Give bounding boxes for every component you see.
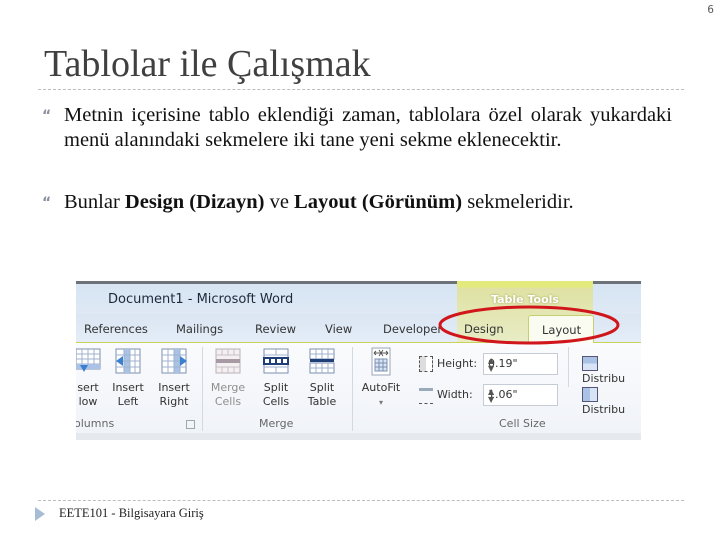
btn-label-1: Insert bbox=[112, 381, 144, 394]
btn-label-2: low bbox=[78, 395, 98, 408]
group-label-merge: Merge bbox=[259, 417, 294, 430]
height-input[interactable]: 0.19" ▲ ▼ bbox=[483, 353, 558, 375]
bullet-text-prefix: Bunlar bbox=[64, 191, 125, 213]
insert-right-button[interactable]: Insert Right bbox=[154, 347, 194, 409]
btn-label-1: Split bbox=[263, 381, 289, 394]
width-input[interactable]: 1.06" ▲ ▼ bbox=[483, 384, 558, 406]
height-label: Height: bbox=[437, 357, 478, 370]
insert-left-icon bbox=[115, 348, 141, 374]
slide-title: Tablolar ile Çalışmak bbox=[44, 43, 371, 85]
width-label: Width: bbox=[437, 388, 473, 401]
insert-right-icon bbox=[161, 348, 187, 374]
split-table-icon bbox=[309, 348, 335, 374]
group-separator bbox=[568, 347, 569, 387]
btn-label-1: AutoFit bbox=[361, 381, 401, 394]
bullet-text-suffix: sekmeleridir. bbox=[462, 191, 574, 213]
bullet-quote-icon: “ bbox=[42, 195, 52, 211]
row-height-icon bbox=[419, 356, 433, 372]
autofit-icon bbox=[371, 347, 391, 376]
distribute-columns-button[interactable]: Distribu bbox=[582, 387, 641, 416]
split-table-button[interactable]: Split Table bbox=[302, 347, 342, 409]
merge-cells-button[interactable]: Merge Cells bbox=[208, 347, 248, 409]
footer-arrow-icon bbox=[35, 507, 45, 521]
bullet-bold-layout: Layout (Görünüm) bbox=[294, 191, 463, 213]
footer-divider bbox=[38, 500, 684, 501]
btn-label-1: Split bbox=[309, 381, 335, 394]
btn-label-1: sert bbox=[77, 381, 99, 394]
btn-label-2: Table bbox=[307, 395, 337, 408]
tab-developer[interactable]: Developer bbox=[383, 322, 442, 336]
ribbon-bottom-edge bbox=[76, 433, 641, 440]
distribute-rows-label: Distribu bbox=[582, 372, 626, 385]
bullet-text-middle: ve bbox=[264, 191, 295, 213]
tab-references[interactable]: References bbox=[84, 322, 148, 336]
btn-label-1: Merge bbox=[210, 381, 246, 394]
group-label-rows-columns: olumns bbox=[76, 417, 115, 430]
dialog-launcher-icon[interactable] bbox=[186, 420, 195, 429]
group-separator bbox=[202, 347, 203, 431]
bullet-bold-design: Design (Dizayn) bbox=[124, 191, 265, 213]
group-label-cell-size: Cell Size bbox=[499, 417, 546, 430]
page-number: 6 bbox=[707, 3, 714, 16]
bullet-text: Metnin içerisine tablo eklendiği zaman, … bbox=[64, 104, 672, 151]
distribute-columns-icon bbox=[582, 387, 598, 402]
footer-course-title: EETE101 - Bilgisayara Giriş bbox=[59, 506, 204, 520]
title-divider bbox=[38, 89, 684, 90]
window-title: Document1 - Microsoft Word bbox=[108, 292, 294, 307]
height-spinner-icon[interactable]: ▲ ▼ bbox=[488, 357, 553, 373]
insert-below-icon bbox=[76, 348, 101, 372]
insert-left-button[interactable]: Insert Left bbox=[108, 347, 148, 409]
btn-label-2: Cells bbox=[262, 395, 290, 408]
split-cells-icon bbox=[263, 348, 289, 374]
bullet-item: “ Metnin içerisine tablo eklendiği zaman… bbox=[42, 103, 672, 152]
split-cells-button[interactable]: Split Cells bbox=[256, 347, 296, 409]
btn-label-2: Right bbox=[159, 395, 189, 408]
column-width-icon bbox=[419, 388, 433, 404]
group-separator bbox=[352, 347, 353, 431]
width-spinner-icon[interactable]: ▲ ▼ bbox=[488, 388, 553, 404]
bullet-quote-icon: “ bbox=[42, 108, 52, 124]
distribute-columns-label: Distribu bbox=[582, 403, 626, 416]
merge-cells-icon bbox=[215, 348, 241, 374]
tab-mailings[interactable]: Mailings bbox=[176, 322, 223, 336]
highlight-ellipse bbox=[438, 305, 620, 345]
btn-label-1: Insert bbox=[158, 381, 190, 394]
btn-label-2: Left bbox=[117, 395, 139, 408]
dropdown-arrow-icon: ▾ bbox=[378, 398, 383, 407]
autofit-button[interactable]: AutoFit ▾ bbox=[356, 347, 406, 410]
tab-review[interactable]: Review bbox=[255, 322, 296, 336]
insert-below-button[interactable]: sert low bbox=[76, 347, 106, 409]
tab-view[interactable]: View bbox=[325, 322, 352, 336]
distribute-rows-icon bbox=[582, 356, 598, 371]
distribute-rows-button[interactable]: Distribu bbox=[582, 356, 641, 385]
bullet-list: “ Metnin içerisine tablo eklendiği zaman… bbox=[42, 100, 672, 215]
bullet-item: “ Bunlar Design (Dizayn) ve Layout (Görü… bbox=[42, 190, 672, 215]
btn-label-2: Cells bbox=[214, 395, 242, 408]
